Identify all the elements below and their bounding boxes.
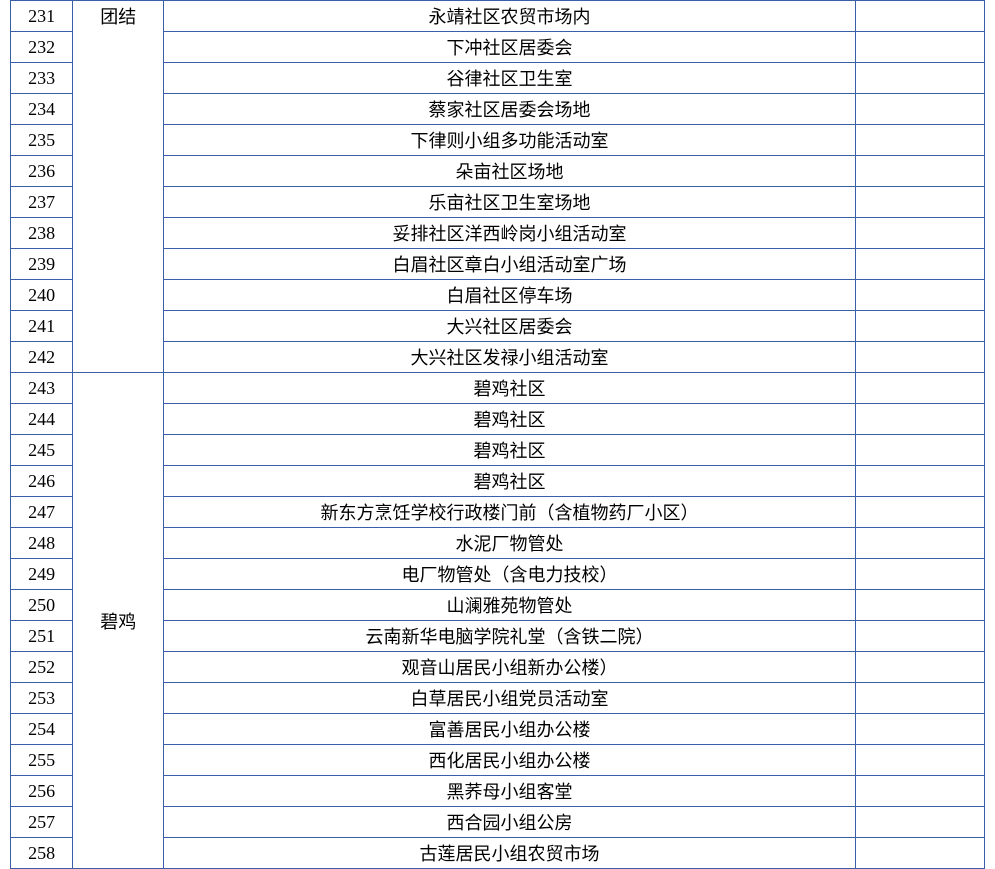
description-cell: 观音山居民小组新办公楼） bbox=[164, 652, 856, 683]
description-cell: 西化居民小组办公楼 bbox=[164, 745, 856, 776]
row-number: 238 bbox=[11, 218, 73, 249]
description-cell: 山澜雅苑物管处 bbox=[164, 590, 856, 621]
table-row: 231团结永靖社区农贸市场内 bbox=[11, 1, 985, 32]
row-number: 232 bbox=[11, 32, 73, 63]
row-number: 258 bbox=[11, 838, 73, 869]
empty-cell bbox=[855, 714, 984, 745]
row-number: 241 bbox=[11, 311, 73, 342]
row-number: 242 bbox=[11, 342, 73, 373]
row-number: 250 bbox=[11, 590, 73, 621]
description-cell: 妥排社区洋西岭岗小组活动室 bbox=[164, 218, 856, 249]
empty-cell bbox=[855, 280, 984, 311]
row-number: 239 bbox=[11, 249, 73, 280]
description-cell: 乐亩社区卫生室场地 bbox=[164, 187, 856, 218]
row-number: 248 bbox=[11, 528, 73, 559]
empty-cell bbox=[855, 342, 984, 373]
empty-cell bbox=[855, 590, 984, 621]
empty-cell bbox=[855, 497, 984, 528]
row-number: 252 bbox=[11, 652, 73, 683]
row-number: 243 bbox=[11, 373, 73, 404]
description-cell: 朵亩社区场地 bbox=[164, 156, 856, 187]
row-number: 245 bbox=[11, 435, 73, 466]
row-number: 255 bbox=[11, 745, 73, 776]
empty-cell bbox=[855, 435, 984, 466]
empty-cell bbox=[855, 807, 984, 838]
row-number: 257 bbox=[11, 807, 73, 838]
region-cell: 碧鸡 bbox=[73, 373, 164, 869]
description-cell: 新东方烹饪学校行政楼门前（含植物药厂小区） bbox=[164, 497, 856, 528]
row-number: 234 bbox=[11, 94, 73, 125]
row-number: 254 bbox=[11, 714, 73, 745]
empty-cell bbox=[855, 652, 984, 683]
row-number: 246 bbox=[11, 466, 73, 497]
empty-cell bbox=[855, 125, 984, 156]
description-cell: 碧鸡社区 bbox=[164, 404, 856, 435]
description-cell: 云南新华电脑学院礼堂（含铁二院） bbox=[164, 621, 856, 652]
description-cell: 谷律社区卫生室 bbox=[164, 63, 856, 94]
empty-cell bbox=[855, 528, 984, 559]
row-number: 247 bbox=[11, 497, 73, 528]
row-number: 244 bbox=[11, 404, 73, 435]
row-number: 236 bbox=[11, 156, 73, 187]
description-cell: 电厂物管处（含电力技校） bbox=[164, 559, 856, 590]
empty-cell bbox=[855, 32, 984, 63]
description-cell: 大兴社区居委会 bbox=[164, 311, 856, 342]
empty-cell bbox=[855, 683, 984, 714]
row-number: 256 bbox=[11, 776, 73, 807]
description-cell: 水泥厂物管处 bbox=[164, 528, 856, 559]
data-table: 231团结永靖社区农贸市场内232下冲社区居委会233谷律社区卫生室234蔡家社… bbox=[10, 0, 985, 869]
row-number: 240 bbox=[11, 280, 73, 311]
empty-cell bbox=[855, 218, 984, 249]
description-cell: 白眉社区章白小组活动室广场 bbox=[164, 249, 856, 280]
empty-cell bbox=[855, 466, 984, 497]
empty-cell bbox=[855, 776, 984, 807]
description-cell: 古莲居民小组农贸市场 bbox=[164, 838, 856, 869]
row-number: 249 bbox=[11, 559, 73, 590]
description-cell: 富善居民小组办公楼 bbox=[164, 714, 856, 745]
empty-cell bbox=[855, 621, 984, 652]
description-cell: 白眉社区停车场 bbox=[164, 280, 856, 311]
empty-cell bbox=[855, 745, 984, 776]
description-cell: 蔡家社区居委会场地 bbox=[164, 94, 856, 125]
description-cell: 西合园小组公房 bbox=[164, 807, 856, 838]
empty-cell bbox=[855, 63, 984, 94]
region-cell: 团结 bbox=[73, 1, 164, 373]
empty-cell bbox=[855, 187, 984, 218]
table-row: 243碧鸡碧鸡社区 bbox=[11, 373, 985, 404]
description-cell: 大兴社区发禄小组活动室 bbox=[164, 342, 856, 373]
row-number: 253 bbox=[11, 683, 73, 714]
empty-cell bbox=[855, 311, 984, 342]
empty-cell bbox=[855, 559, 984, 590]
row-number: 237 bbox=[11, 187, 73, 218]
row-number: 235 bbox=[11, 125, 73, 156]
empty-cell bbox=[855, 94, 984, 125]
empty-cell bbox=[855, 838, 984, 869]
empty-cell bbox=[855, 404, 984, 435]
description-cell: 下冲社区居委会 bbox=[164, 32, 856, 63]
row-number: 233 bbox=[11, 63, 73, 94]
empty-cell bbox=[855, 1, 984, 32]
description-cell: 碧鸡社区 bbox=[164, 435, 856, 466]
empty-cell bbox=[855, 373, 984, 404]
description-cell: 永靖社区农贸市场内 bbox=[164, 1, 856, 32]
description-cell: 黑荞母小组客堂 bbox=[164, 776, 856, 807]
description-cell: 碧鸡社区 bbox=[164, 466, 856, 497]
description-cell: 下律则小组多功能活动室 bbox=[164, 125, 856, 156]
empty-cell bbox=[855, 156, 984, 187]
row-number: 231 bbox=[11, 1, 73, 32]
empty-cell bbox=[855, 249, 984, 280]
description-cell: 碧鸡社区 bbox=[164, 373, 856, 404]
description-cell: 白草居民小组党员活动室 bbox=[164, 683, 856, 714]
row-number: 251 bbox=[11, 621, 73, 652]
